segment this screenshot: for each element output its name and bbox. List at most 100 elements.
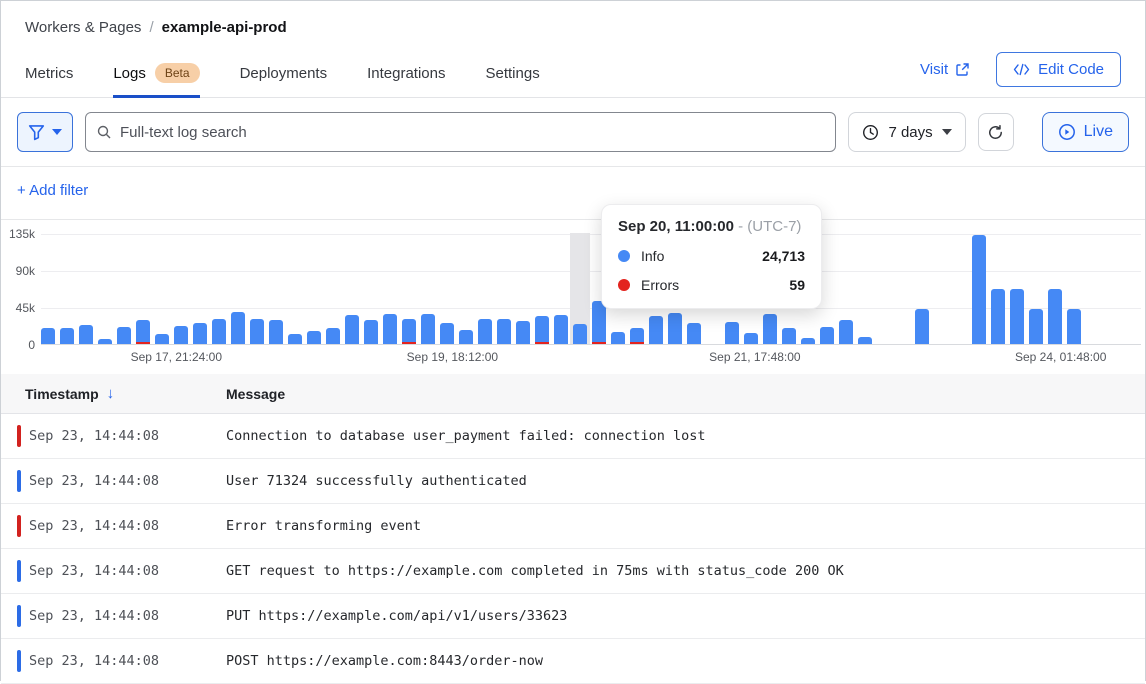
chart-bar[interactable] (345, 315, 359, 344)
chart-bar[interactable] (383, 314, 397, 344)
chart-bar[interactable] (839, 320, 853, 344)
chart-bar-slot (782, 328, 796, 344)
chart-bar[interactable] (858, 337, 872, 344)
chart-bar[interactable] (725, 322, 739, 344)
chart-bar[interactable] (649, 316, 663, 344)
chart-bar[interactable] (782, 328, 796, 344)
chart-bar[interactable] (535, 316, 549, 344)
chart-bar[interactable] (1029, 309, 1043, 344)
chart-bar[interactable] (763, 314, 777, 344)
chart-tooltip: Sep 20, 11:00:00 - (UTC-7) Info24,713Err… (601, 204, 822, 309)
log-table-body: Sep 23, 14:44:08 Connection to database u… (1, 414, 1145, 684)
time-range-dropdown[interactable]: 7 days (848, 112, 965, 152)
chart-bar[interactable] (326, 328, 340, 344)
chart-bars (41, 234, 1081, 344)
log-row[interactable]: Sep 23, 14:44:08PUT https://example.com/… (1, 594, 1145, 639)
chart-bar[interactable] (231, 312, 245, 344)
chart-bar-slot (478, 319, 492, 344)
tab-integrations[interactable]: Integrations (367, 57, 445, 97)
chart-bar[interactable] (592, 301, 606, 344)
log-row[interactable]: Sep 23, 14:44:08POST https://example.com… (1, 639, 1145, 684)
chart-bar[interactable] (668, 313, 682, 344)
log-row[interactable]: Sep 23, 14:44:08GET request to https://e… (1, 549, 1145, 594)
breadcrumb: Workers & Pages / example-api-prod (25, 19, 1121, 36)
log-level-indicator-info (17, 650, 21, 672)
funnel-icon (28, 124, 45, 141)
chart-bar[interactable] (516, 321, 530, 344)
visit-link[interactable]: Visit (920, 61, 970, 78)
chart-bar[interactable] (307, 331, 321, 344)
log-row[interactable]: Sep 23, 14:44:08Error transforming event (1, 504, 1145, 549)
chart-bar-slot (117, 327, 131, 344)
message-column-header[interactable]: Message (226, 386, 1145, 402)
chart-bar[interactable] (1067, 309, 1081, 344)
chart-bar[interactable] (41, 328, 55, 344)
live-button-label: Live (1084, 123, 1113, 141)
chart-bar[interactable] (820, 327, 834, 344)
chart-bar[interactable] (117, 327, 131, 344)
chart-bar[interactable] (364, 320, 378, 344)
chart-bar[interactable] (554, 315, 568, 344)
y-axis-tick: 0 (28, 338, 35, 352)
chart-bar[interactable] (573, 324, 587, 344)
chart-bar[interactable] (155, 334, 169, 344)
add-filter-link[interactable]: + Add filter (17, 182, 88, 199)
tab-logs[interactable]: LogsBeta (113, 57, 199, 97)
chart-bar[interactable] (459, 330, 473, 344)
message-column-label: Message (226, 386, 285, 402)
tab-label: Settings (486, 65, 540, 82)
chart-bar[interactable] (79, 325, 93, 344)
log-message: User 71324 successfully authenticated (226, 473, 1145, 489)
chart-bar[interactable] (630, 328, 644, 344)
chart-bar-slot (763, 314, 777, 344)
tabs: Metrics LogsBeta Deployments Integrations Se… (25, 57, 540, 97)
chart-bar[interactable] (687, 323, 701, 344)
chart-bar[interactable] (915, 309, 929, 344)
chart-bar[interactable] (1048, 289, 1062, 344)
tab-metrics[interactable]: Metrics (25, 57, 73, 97)
chart-bar[interactable] (478, 319, 492, 344)
chart-bar[interactable] (98, 339, 112, 344)
chart-bar[interactable] (421, 314, 435, 344)
chart-bar[interactable] (744, 333, 758, 344)
chart-bar-slot (307, 331, 321, 344)
chart-bar[interactable] (193, 323, 207, 344)
log-message: Connection to database user_payment fail… (226, 428, 1145, 444)
refresh-button[interactable] (978, 113, 1014, 151)
log-timestamp: Sep 23, 14:44:08 (29, 563, 226, 579)
chart-bar[interactable] (288, 334, 302, 344)
chart-bar[interactable] (801, 338, 815, 344)
log-message: Error transforming event (226, 518, 1145, 534)
chart-bar-slot (801, 338, 815, 344)
chart-bar[interactable] (972, 235, 986, 344)
chart-plot[interactable] (41, 234, 1141, 345)
filter-dropdown-button[interactable] (17, 112, 73, 152)
log-timestamp: Sep 23, 14:44:08 (29, 518, 226, 534)
tab-deployments[interactable]: Deployments (240, 57, 328, 97)
chart-bar[interactable] (269, 320, 283, 344)
log-row[interactable]: Sep 23, 14:44:08User 71324 successfully … (1, 459, 1145, 504)
breadcrumb-section[interactable]: Workers & Pages (25, 19, 141, 36)
log-message: GET request to https://example.com compl… (226, 563, 1145, 579)
log-row[interactable]: Sep 23, 14:44:08Connection to database u… (1, 414, 1145, 459)
breadcrumb-current: example-api-prod (162, 19, 287, 36)
y-axis-tick: 90k (16, 264, 35, 278)
chart-bar[interactable] (440, 323, 454, 344)
search-input[interactable] (85, 112, 836, 152)
edit-code-button[interactable]: Edit Code (996, 52, 1121, 87)
sort-descending-icon[interactable]: ↓ (107, 385, 115, 402)
chart-bar[interactable] (1010, 289, 1024, 344)
chart-bar[interactable] (250, 319, 264, 344)
chart-bar[interactable] (497, 319, 511, 344)
chart-bar[interactable] (60, 328, 74, 344)
chart-bar[interactable] (611, 332, 625, 344)
chart-bar[interactable] (136, 320, 150, 344)
log-level-indicator-info (17, 560, 21, 582)
chart-bar[interactable] (174, 326, 188, 344)
chart-bar[interactable] (991, 289, 1005, 344)
timestamp-column-header[interactable]: Timestamp ↓ (1, 385, 226, 402)
chart-bar[interactable] (212, 319, 226, 344)
live-button[interactable]: Live (1042, 112, 1129, 152)
chart-bar[interactable] (402, 319, 416, 344)
tab-settings[interactable]: Settings (486, 57, 540, 97)
